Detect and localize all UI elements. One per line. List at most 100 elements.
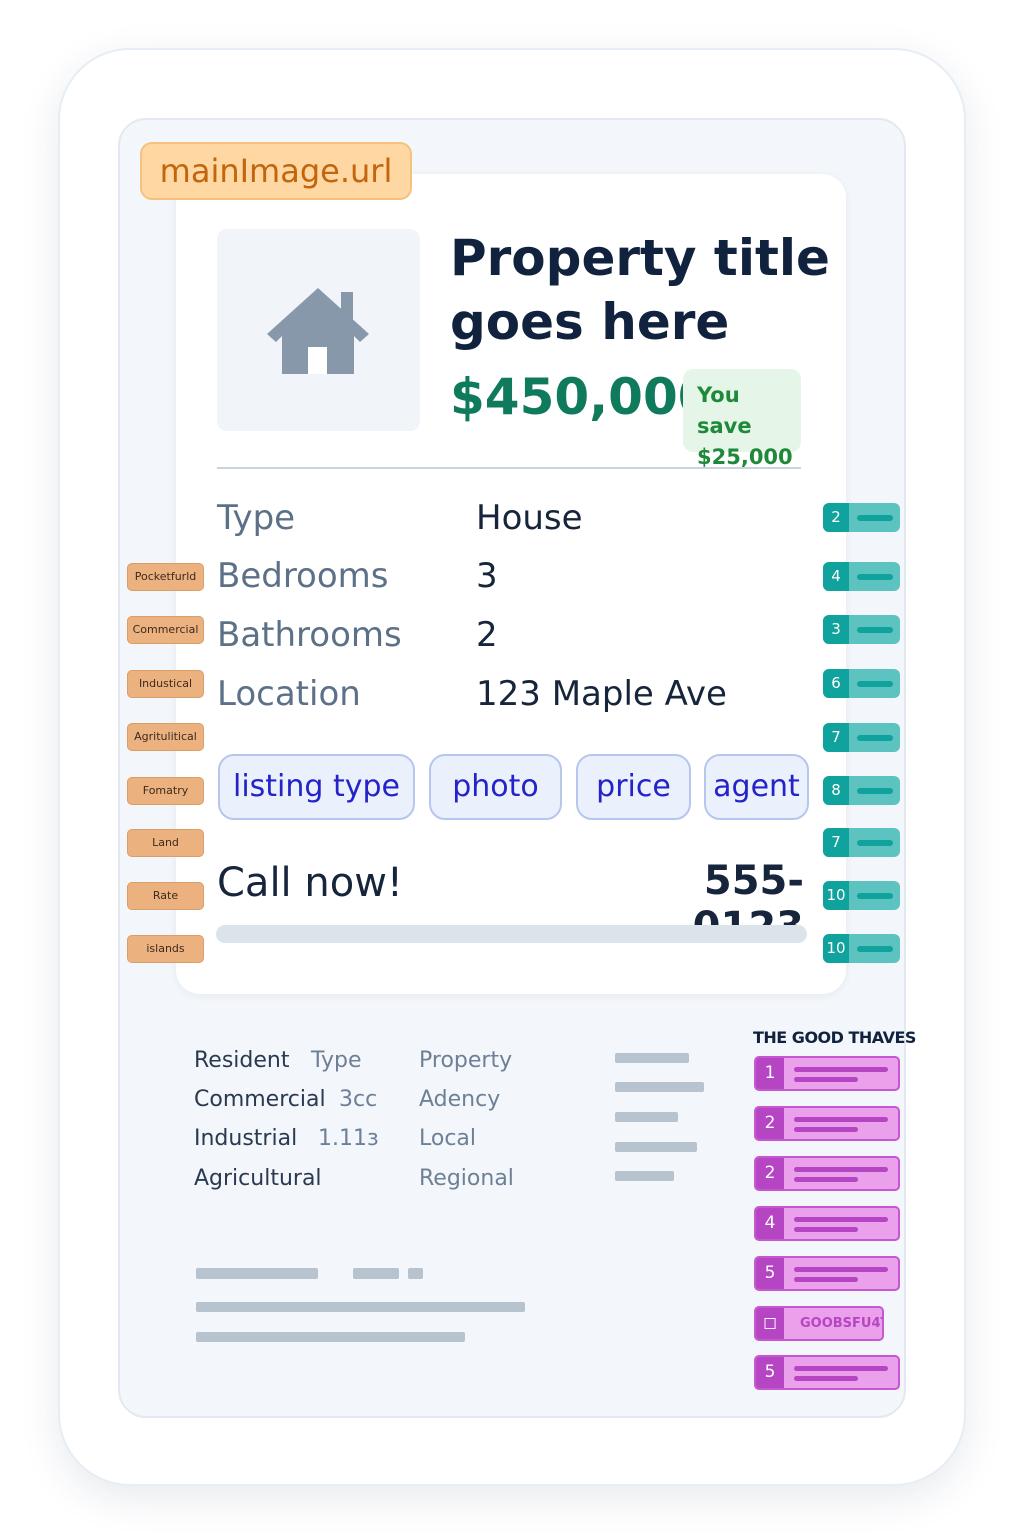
good-list-item[interactable]: 2 [754,1156,900,1191]
category-scope: Property [419,1048,513,1073]
good-item-line [794,1267,888,1272]
good-item-line [794,1376,858,1381]
savings-label: You save [697,383,752,438]
good-item-number: 2 [756,1108,784,1139]
placeholder-bar [615,1171,674,1181]
right-tag-count: 10 [823,881,849,910]
category-meta: Type [311,1048,362,1073]
property-price: $450,000 [450,368,713,426]
pill-photo[interactable]: photo [429,754,562,820]
category-scope: Regional [419,1166,514,1191]
right-tag-count: 6 [823,669,849,698]
spec-label-bathrooms: Bathrooms [217,615,402,655]
spec-value-bathrooms: 2 [476,615,498,655]
call-now-label: Call now! [217,860,403,906]
good-item-line [794,1217,888,1222]
card-divider [217,467,801,469]
category-name[interactable]: Agricultural [194,1165,322,1193]
right-tag-bar [857,515,893,521]
right-tag[interactable]: 10 [823,881,900,910]
right-tag-bar [857,946,893,952]
right-tag[interactable]: 3 [823,615,900,644]
pill-listing-type[interactable]: listing type [218,754,415,820]
good-item-line [794,1366,888,1371]
right-tag[interactable]: 7 [823,828,900,857]
progress-bar [216,925,807,943]
good-item-number: 5 [756,1258,784,1289]
good-list-item[interactable]: 5 [754,1355,900,1390]
right-tag-bar [857,627,893,633]
placeholder-bar [196,1302,525,1312]
category-name[interactable]: Industrial [194,1125,297,1153]
house-icon [267,288,369,374]
spec-value-location: 123 Maple Ave [476,674,727,714]
good-item-line [794,1067,888,1072]
right-tag[interactable]: 2 [823,503,900,532]
right-tag-bar [857,681,893,687]
good-item-number: 1 [756,1058,784,1089]
right-tag-count: 7 [823,828,849,857]
category-name[interactable]: Resident [194,1047,289,1075]
right-tag-bar [857,788,893,794]
category-scope: Local [419,1126,477,1151]
good-item-number: 2 [756,1158,784,1189]
good-item-line [794,1127,858,1132]
left-tag[interactable]: Commercial [127,616,204,644]
left-tag[interactable]: Land [127,829,204,857]
category-name[interactable]: Commercial [194,1086,326,1114]
category-meta: 3cc [339,1087,378,1112]
placeholder-bar [615,1112,678,1122]
spec-value-bedrooms: 3 [476,556,498,596]
placeholder-bar [196,1268,318,1279]
placeholder-bar [196,1332,465,1342]
good-item-icon: ◻ [756,1308,784,1339]
right-tag-count: 3 [823,615,849,644]
spec-label-bedrooms: Bedrooms [217,556,389,596]
savings-badge: You save $25,000 [683,369,801,469]
good-list-item[interactable]: ◻ GOOBSFU4T [754,1306,884,1341]
placeholder-bar [615,1053,689,1063]
right-tag-count: 2 [823,503,849,532]
good-list-title: THE GOOD THAVES [753,1028,916,1047]
good-item-line [794,1177,858,1182]
right-tag-count: 8 [823,776,849,805]
right-tag-bar [857,893,893,899]
good-list-item[interactable]: 5 [754,1256,900,1291]
placeholder-bar [408,1268,423,1279]
right-tag-bar [857,574,893,580]
right-tag[interactable]: 6 [823,669,900,698]
spec-label-location: Location [217,674,361,714]
left-tag[interactable]: islands [127,935,204,963]
good-item-line [794,1117,888,1122]
good-list-item[interactable]: 2 [754,1106,900,1141]
right-tag[interactable]: 10 [823,934,900,963]
good-item-text: GOOBSFU4T [800,1316,884,1331]
good-list-item[interactable]: 4 [754,1206,900,1241]
left-tag[interactable]: Agritulitical [127,723,204,751]
property-image[interactable] [217,229,420,431]
right-tag-count: 10 [823,934,849,963]
left-tag[interactable]: Rate [127,882,204,910]
right-tag[interactable]: 7 [823,723,900,752]
placeholder-bar [615,1142,697,1152]
pill-price[interactable]: price [576,754,691,820]
right-tag[interactable]: 4 [823,562,900,591]
left-tag[interactable]: Pocketfurld [127,563,204,591]
placeholder-bar [353,1268,399,1279]
spec-label-type: Type [217,498,296,538]
category-scope: Adency [419,1087,501,1112]
right-tag-bar [857,735,893,741]
left-tag[interactable]: Industical [127,670,204,698]
category-meta: 1.11з [318,1126,379,1151]
right-tag-count: 7 [823,723,849,752]
main-image-url-chip[interactable]: mainImage.url [140,142,412,200]
good-item-line [794,1077,858,1082]
good-item-line [794,1277,858,1282]
right-tag[interactable]: 8 [823,776,900,805]
property-title: Property title goes here [450,229,830,351]
left-tag[interactable]: Fomatry [127,777,204,805]
good-list-item[interactable]: 1 [754,1056,900,1091]
good-item-line [794,1227,858,1232]
right-tag-count: 4 [823,562,849,591]
pill-agent[interactable]: agent [704,754,809,820]
